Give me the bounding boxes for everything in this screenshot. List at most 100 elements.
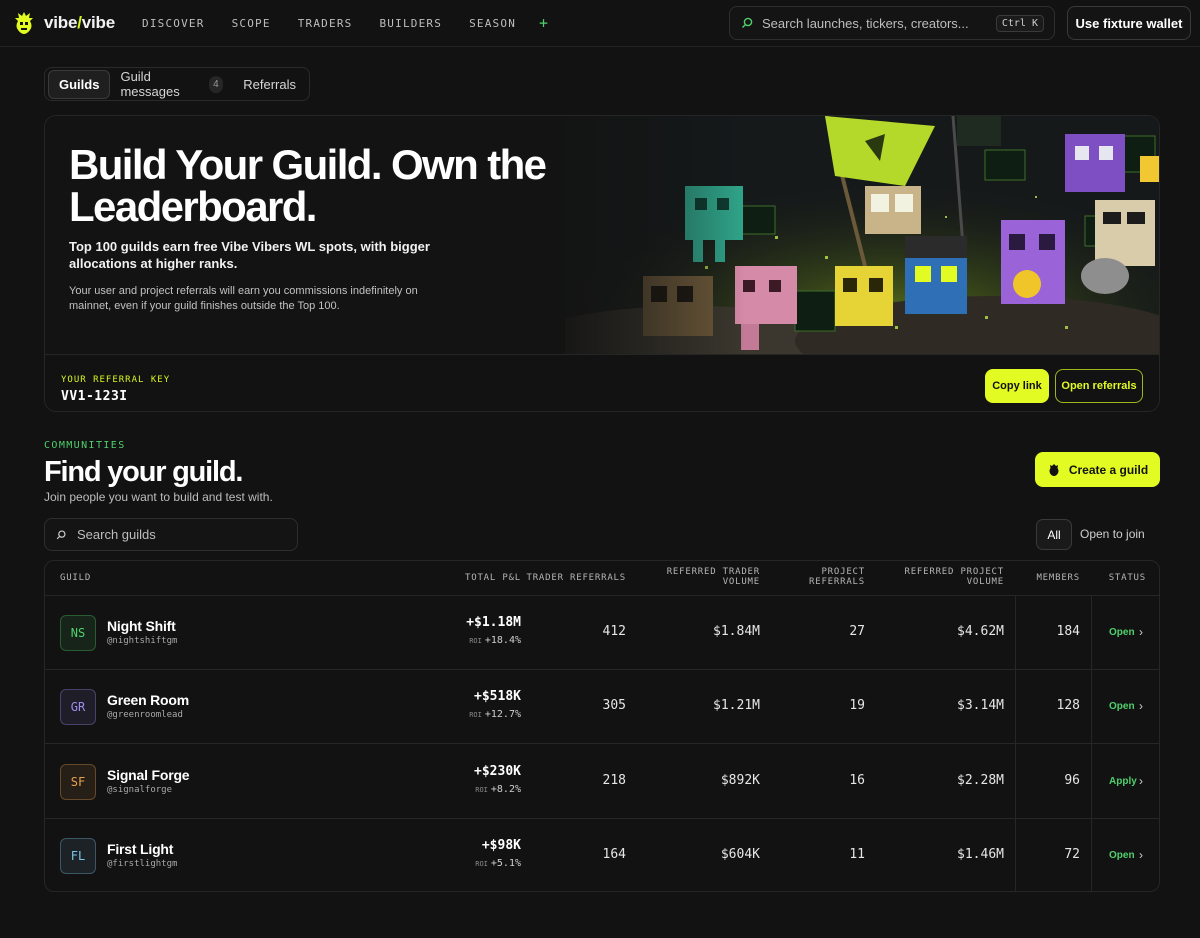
- guild-handle: @greenroomlead: [107, 710, 183, 721]
- status-badge[interactable]: Open: [1109, 627, 1135, 638]
- hero-lead-text: Top 100 guilds earn free Vibe Vibers WL …: [69, 239, 430, 271]
- hero-title: Build Your Guild. Own the Leaderboard.: [69, 141, 547, 230]
- col-trader-referrals: TRADER REFERRALS: [526, 573, 626, 583]
- col-project-referrals: PROJECT REFERRALS: [809, 567, 865, 587]
- guild-handle: @signalforge: [107, 784, 173, 795]
- chevron-right-icon[interactable]: ›: [1139, 699, 1143, 713]
- roi-label: ROI: [475, 859, 488, 868]
- communities-eyebrow: COMMUNITIES: [44, 440, 126, 451]
- guild-avatar: GR: [60, 689, 96, 726]
- referred-project-volume-value: $2.28M: [957, 772, 1004, 788]
- referred-project-volume-value: $3.14M: [957, 698, 1004, 714]
- roi-percent: +18.4%: [484, 635, 521, 646]
- guild-search[interactable]: [44, 518, 298, 551]
- nav-builders[interactable]: BUILDERS: [379, 17, 442, 32]
- logo-mascot-icon: [15, 12, 33, 34]
- guild-mascot-icon: [1049, 463, 1059, 476]
- project-referrals-value: 19: [849, 698, 865, 714]
- logo-wordmark: vibe/vibe: [44, 13, 115, 32]
- find-guild-description: Join people you want to build and test w…: [44, 490, 273, 504]
- guild-avatar: SF: [60, 763, 96, 800]
- copy-link-button[interactable]: Copy link: [985, 369, 1049, 403]
- guild-name: Signal Forge: [107, 766, 190, 783]
- guild-name: Green Room: [107, 692, 190, 709]
- nav-scope[interactable]: SCOPE: [232, 17, 271, 32]
- guild-name: Night Shift: [107, 618, 176, 634]
- guild-avatar: NS: [60, 615, 96, 651]
- project-referrals-value: 11: [849, 846, 865, 862]
- col-referred-project-volume: REFERRED PROJECT VOLUME: [905, 567, 1005, 587]
- referred-trader-volume-value: $892K: [720, 772, 760, 788]
- total-pnl-value: +$230K: [474, 763, 521, 779]
- col-guild: GUILD: [60, 573, 92, 583]
- main-nav: DISCOVER SCOPE TRADERS BUILDERS SEASON +: [142, 14, 576, 32]
- referred-project-volume-value: $1.46M: [957, 846, 1004, 862]
- members-value: 128: [1056, 698, 1080, 714]
- unread-count-badge: 4: [208, 75, 224, 93]
- tab-guilds[interactable]: Guilds: [48, 69, 111, 99]
- guilds-table: GUILD TOTAL P&L TRADER REFERRALS REFERRE…: [44, 560, 1160, 892]
- guild-avatar: FL: [60, 837, 96, 874]
- col-referred-project-volume-line2: VOLUME: [966, 577, 1004, 587]
- nav-discover[interactable]: DISCOVER: [142, 17, 205, 32]
- roi-percent: +12.7%: [484, 709, 521, 721]
- tab-guild-messages[interactable]: Guild messages 4: [110, 63, 233, 105]
- total-pnl-value: +$518K: [474, 689, 521, 705]
- filter-all-button[interactable]: All: [1036, 519, 1072, 550]
- referred-trader-volume-value: $1.21M: [713, 698, 760, 714]
- open-referrals-button[interactable]: Open referrals: [1055, 369, 1143, 403]
- roi-label: ROI: [469, 637, 482, 645]
- trader-referrals-value: 218: [602, 772, 626, 788]
- guild-search-input[interactable]: [77, 527, 287, 542]
- search-shortcut-badge: Ctrl K: [995, 14, 1044, 32]
- guild-handle: @nightshiftgm: [107, 636, 178, 646]
- filter-open-to-join-button[interactable]: Open to join: [1080, 527, 1145, 541]
- tab-referrals-label: Referrals: [243, 76, 296, 92]
- chevron-right-icon[interactable]: ›: [1139, 848, 1143, 862]
- hero-top: Build Your Guild. Own the Leaderboard. T…: [45, 116, 1159, 354]
- referral-key-bar: YOUR REFERRAL KEY VV1-123I Copy link Ope…: [45, 354, 1159, 411]
- total-pnl-value: +$98K: [481, 837, 521, 853]
- project-referrals-value: 16: [849, 772, 865, 788]
- table-row[interactable]: NS Night Shift @nightshiftgm +$1.18M ROI +18.…: [45, 596, 1159, 670]
- members-value: 72: [1064, 846, 1080, 862]
- total-pnl-value: +$1.18M: [466, 615, 521, 630]
- create-guild-label: Create a guild: [1068, 462, 1149, 477]
- guild-hero-banner: Build Your Guild. Own the Leaderboard. T…: [44, 115, 1160, 412]
- roi-percent: +5.1%: [490, 857, 521, 869]
- members-value: 184: [1056, 624, 1080, 639]
- chevron-right-icon[interactable]: ›: [1139, 774, 1143, 788]
- create-guild-button[interactable]: Create a guild: [1035, 452, 1160, 487]
- status-badge[interactable]: Open: [1109, 850, 1135, 861]
- referred-project-volume-value: $4.62M: [957, 624, 1004, 639]
- roi-value: ROI +5.1%: [475, 858, 521, 869]
- nav-traders[interactable]: TRADERS: [298, 17, 353, 32]
- trader-referrals-value: 164: [602, 846, 626, 862]
- referral-key-value: VV1-123I: [61, 389, 128, 404]
- status-badge[interactable]: Open: [1109, 701, 1135, 712]
- roi-percent: +8.2%: [490, 783, 521, 795]
- guild-name: First Light: [107, 840, 174, 857]
- tab-referrals[interactable]: Referrals: [233, 71, 306, 98]
- chevron-right-icon[interactable]: ›: [1139, 625, 1143, 639]
- status-badge[interactable]: Apply: [1109, 776, 1137, 787]
- table-row[interactable]: GR Green Room @greenroomlead +$518K ROI +12.7…: [45, 670, 1159, 745]
- roi-value: ROI +18.4%: [469, 635, 521, 646]
- section-tabs: Guilds Guild messages 4 Referrals: [44, 67, 310, 101]
- guild-handle: @firstlightgm: [107, 858, 178, 869]
- col-referred-trader-volume-line1: REFERRED TRADER: [666, 567, 760, 577]
- use-fixture-wallet-button[interactable]: Use fixture wallet: [1067, 6, 1191, 40]
- table-row[interactable]: FL First Light @firstlightgm +$98K ROI +5.1% 1…: [45, 819, 1159, 891]
- col-referred-project-volume-line1: REFERRED PROJECT: [904, 567, 1004, 577]
- global-search-input[interactable]: [762, 15, 996, 31]
- roi-label: ROI: [475, 785, 488, 794]
- tab-guilds-label: Guilds: [59, 76, 100, 92]
- search-icon: [56, 529, 66, 539]
- nav-season[interactable]: SEASON: [469, 17, 516, 32]
- table-row[interactable]: SF Signal Forge @signalforge +$230K ROI +8.2%…: [45, 745, 1159, 819]
- global-search[interactable]: Ctrl K: [729, 6, 1055, 40]
- col-status: STATUS: [1108, 573, 1146, 583]
- nav-add-icon[interactable]: +: [539, 14, 549, 32]
- logo[interactable]: vibe/vibe: [12, 10, 115, 36]
- col-project-referrals-line1: PROJECT: [821, 567, 865, 577]
